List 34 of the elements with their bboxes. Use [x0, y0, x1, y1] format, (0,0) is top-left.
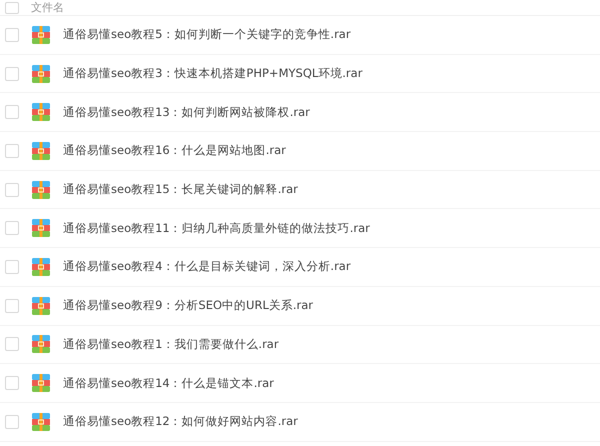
checkbox[interactable] — [5, 260, 19, 274]
checkbox[interactable] — [5, 66, 19, 81]
archive-icon — [32, 180, 50, 199]
file-name[interactable]: 通俗易懂seo教程3：快速本机搭建PHP+MYSQL环境.rar — [63, 66, 362, 82]
archive-icon — [32, 142, 50, 160]
file-name[interactable]: 通俗易懂seo教程14：什么是锚文本.rar — [63, 376, 274, 391]
archive-icon — [32, 64, 50, 83]
file-name[interactable]: 通俗易懂seo教程1：我们需要做什么.rar — [63, 336, 279, 352]
archive-icon — [32, 296, 50, 315]
checkbox[interactable] — [5, 105, 19, 120]
checkbox[interactable] — [5, 298, 19, 313]
file-name[interactable]: 通俗易懂seo教程13：如何判断网站被降权.rar — [63, 104, 310, 120]
archive-icon — [32, 335, 50, 354]
archive-icon — [32, 103, 50, 122]
archive-icon — [32, 219, 50, 238]
checkbox[interactable] — [5, 28, 19, 42]
file-name[interactable]: 通俗易懂seo教程9：分析SEO中的URL关系.rar — [63, 298, 314, 314]
archive-icon — [32, 258, 50, 276]
file-name[interactable]: 通俗易懂seo教程12：如何做好网站内容.rar — [63, 414, 298, 430]
checkbox[interactable] — [5, 144, 19, 158]
file-name[interactable]: 通俗易懂seo教程4：什么是目标关键词，深入分析.rar — [63, 259, 351, 274]
file-name[interactable]: 通俗易懂seo教程15：长尾关键词的解释.rar — [63, 182, 298, 198]
checkbox[interactable] — [5, 376, 19, 390]
file-name[interactable]: 通俗易懂seo教程11：归纳几种高质量外链的做法技巧.rar — [63, 220, 370, 236]
archive-icon — [32, 412, 50, 431]
archive-icon — [32, 26, 50, 44]
checkbox[interactable] — [5, 414, 19, 429]
checkbox[interactable] — [5, 182, 19, 197]
checkbox[interactable] — [5, 221, 19, 236]
archive-icon — [32, 374, 50, 392]
checkbox[interactable] — [5, 2, 19, 14]
file-name[interactable]: 通俗易懂seo教程5：如何判断一个关键字的竞争性.rar — [63, 27, 351, 42]
checkbox[interactable] — [5, 337, 19, 352]
file-name[interactable]: 通俗易懂seo教程16：什么是网站地图.rar — [63, 143, 286, 158]
